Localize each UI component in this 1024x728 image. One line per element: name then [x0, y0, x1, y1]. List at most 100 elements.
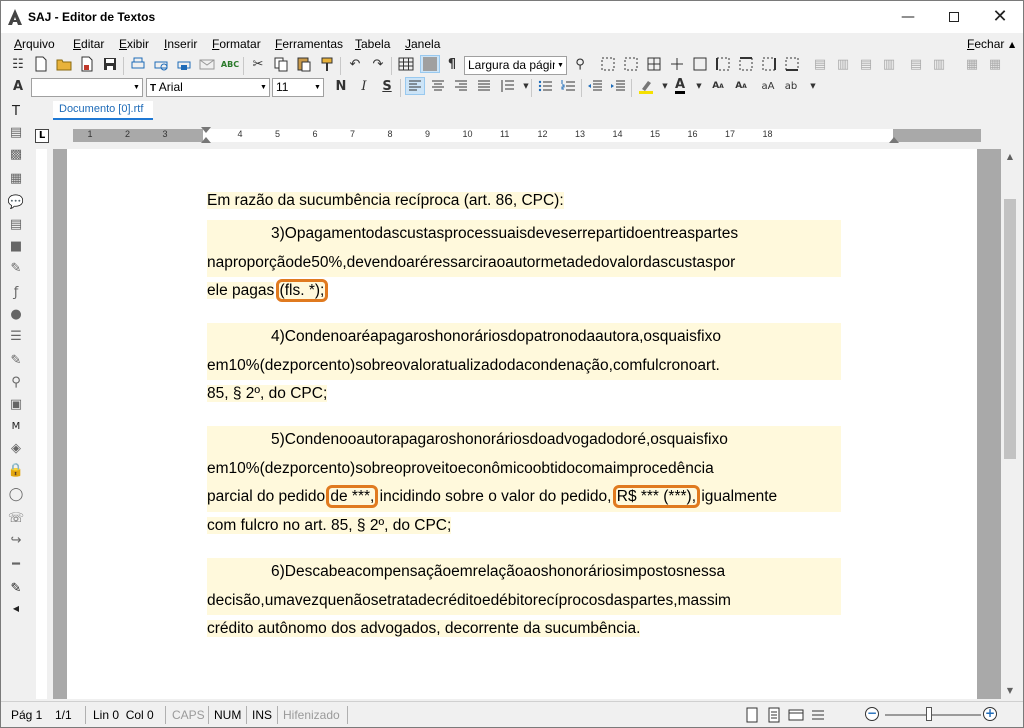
merge-cells-icon[interactable]: ▤ — [907, 55, 925, 73]
macro-icon[interactable]: M — [7, 417, 25, 435]
document-icon[interactable]: ▦ — [7, 169, 25, 187]
format-painter-icon[interactable] — [318, 55, 336, 73]
scrollbar-thumb[interactable] — [1004, 199, 1016, 459]
tab-stop-selector[interactable]: L — [35, 129, 49, 143]
signature-icon[interactable]: ✎ — [7, 351, 25, 369]
menu-scroll-up-icon[interactable]: ▲ — [1009, 40, 1015, 49]
align-right-button[interactable] — [452, 77, 470, 95]
paste-icon[interactable] — [295, 55, 313, 73]
search-document-icon[interactable]: ⚲ — [7, 373, 25, 391]
layout-icon[interactable]: ▤ — [7, 123, 25, 141]
highlight-color-icon[interactable] — [637, 77, 655, 95]
decrease-indent-icon[interactable] — [586, 77, 604, 95]
copy-icon[interactable] — [272, 55, 290, 73]
table-all-borders-icon[interactable] — [645, 55, 663, 73]
menu-exibir[interactable]: Exibir — [119, 37, 149, 51]
show-formatting-icon[interactable]: ¶ — [443, 55, 461, 73]
change-case-icon[interactable]: aA — [759, 77, 777, 95]
barcode-icon[interactable]: ☰ — [7, 327, 25, 345]
web-view-icon[interactable] — [787, 706, 805, 724]
chevron-down-icon[interactable]: ▼ — [690, 77, 708, 95]
menu-janela[interactable]: Janela — [405, 37, 440, 51]
open-template-icon[interactable] — [78, 55, 96, 73]
split-cells-icon[interactable]: ▥ — [930, 55, 948, 73]
increase-indent-icon[interactable] — [609, 77, 627, 95]
delete-column-icon[interactable]: ▥ — [880, 55, 898, 73]
tab-document[interactable]: Documento [0].rtf — [53, 101, 153, 120]
outline-view-icon[interactable] — [809, 706, 827, 724]
table-properties-icon[interactable]: ▦ — [963, 55, 981, 73]
email-icon[interactable] — [198, 55, 216, 73]
line-spacing-icon[interactable] — [498, 77, 516, 95]
placeholder-valor[interactable]: R$ *** (***), — [612, 485, 701, 508]
chevron-down-icon[interactable]: ▼ — [517, 77, 535, 95]
vertical-scrollbar[interactable]: ▲ ▼ — [1001, 149, 1019, 699]
zoom-slider-track[interactable] — [885, 714, 981, 716]
first-line-indent-marker[interactable] — [201, 127, 211, 133]
unlock-icon[interactable]: ◯ — [7, 485, 25, 503]
placeholder-pedido[interactable]: de ***, — [326, 485, 379, 508]
italic-button[interactable]: I — [355, 77, 373, 95]
menu-ferramentas[interactable]: Ferramentas — [275, 37, 343, 51]
document-canvas[interactable]: Em razão da sucumbência recíproca (art. … — [53, 149, 1001, 699]
page-view-icon[interactable] — [743, 706, 761, 724]
export-icon[interactable]: ↪ — [7, 531, 25, 549]
insert-row-icon[interactable]: ▤ — [811, 55, 829, 73]
undo-icon[interactable]: ↶ — [346, 55, 364, 73]
font-size-select[interactable]: 11 ▼ — [272, 78, 324, 97]
close-window-button[interactable]: ✕ — [977, 1, 1023, 33]
paint-icon[interactable]: ✎ — [7, 579, 25, 597]
menu-inserir[interactable]: Inserir — [164, 37, 197, 51]
minimize-button[interactable]: — — [885, 1, 931, 33]
print-setup-icon[interactable] — [175, 55, 193, 73]
table-right-border-icon[interactable] — [760, 55, 778, 73]
scroll-down-icon[interactable]: ▼ — [1001, 683, 1019, 699]
horizontal-ruler[interactable]: 1 2 3 4 5 6 7 8 9 10 11 12 13 14 15 16 17 18 — [53, 127, 981, 145]
placeholder-fls[interactable]: (fls. *); — [275, 279, 329, 302]
left-indent-marker[interactable] — [201, 137, 211, 143]
insert-column-icon[interactable]: ▥ — [834, 55, 852, 73]
edit-document-icon[interactable]: ✎ — [7, 259, 25, 277]
delete-row-icon[interactable]: ▤ — [857, 55, 875, 73]
align-left-button[interactable] — [405, 77, 425, 95]
tag-icon[interactable]: ◈ — [7, 439, 25, 457]
table-select-icon[interactable] — [599, 55, 617, 73]
find-icon[interactable]: ⚲ — [571, 55, 589, 73]
menu-editar[interactable]: Editar — [73, 37, 104, 51]
numbered-list-icon[interactable] — [559, 77, 577, 95]
menu-fechar[interactable]: Fechar — [967, 37, 1004, 51]
text-tool-icon[interactable]: T — [7, 102, 25, 120]
document-page[interactable]: Em razão da sucumbência recíproca (art. … — [67, 149, 977, 699]
menu-tabela[interactable]: Tabela — [355, 37, 390, 51]
save-icon[interactable] — [101, 55, 119, 73]
zoom-slider-thumb[interactable] — [926, 707, 932, 721]
table-inner-borders-icon[interactable] — [668, 55, 686, 73]
menu-arquivo[interactable]: Arquivo — [14, 37, 55, 51]
table-outer-border-icon[interactable] — [691, 55, 709, 73]
ruler-icon[interactable]: ━ — [7, 555, 25, 573]
form-icon[interactable]: ▩ — [7, 145, 25, 163]
zoom-out-button[interactable]: − — [865, 707, 879, 721]
font-style-icon[interactable]: A — [9, 77, 27, 95]
table-top-border-icon[interactable] — [737, 55, 755, 73]
subscript-icon[interactable]: AA — [732, 77, 750, 95]
new-document-icon[interactable] — [32, 55, 50, 73]
comment-icon[interactable]: 💬 — [7, 193, 25, 211]
menu-formatar[interactable]: Formatar — [212, 37, 261, 51]
block-icon[interactable]: ■ — [7, 237, 25, 255]
chevron-down-icon[interactable]: ▼ — [804, 77, 822, 95]
align-justify-button[interactable] — [475, 77, 493, 95]
underline-button[interactable]: S — [378, 77, 396, 95]
spellcheck-icon[interactable]: ABC — [221, 55, 239, 73]
open-folder-icon[interactable] — [55, 55, 73, 73]
text-effects-icon[interactable]: ab — [782, 77, 800, 95]
right-indent-marker[interactable] — [889, 137, 899, 143]
print-icon[interactable] — [129, 55, 147, 73]
draft-view-icon[interactable] — [765, 706, 783, 724]
cut-icon[interactable]: ✂ — [249, 55, 267, 73]
more-tools-icon[interactable]: ◀ — [7, 599, 25, 617]
stamp-icon[interactable]: ● — [7, 305, 25, 323]
superscript-icon[interactable]: AA — [709, 77, 727, 95]
table-gridlines-icon[interactable] — [420, 55, 440, 73]
lock-icon[interactable]: 🔒 — [7, 461, 25, 479]
